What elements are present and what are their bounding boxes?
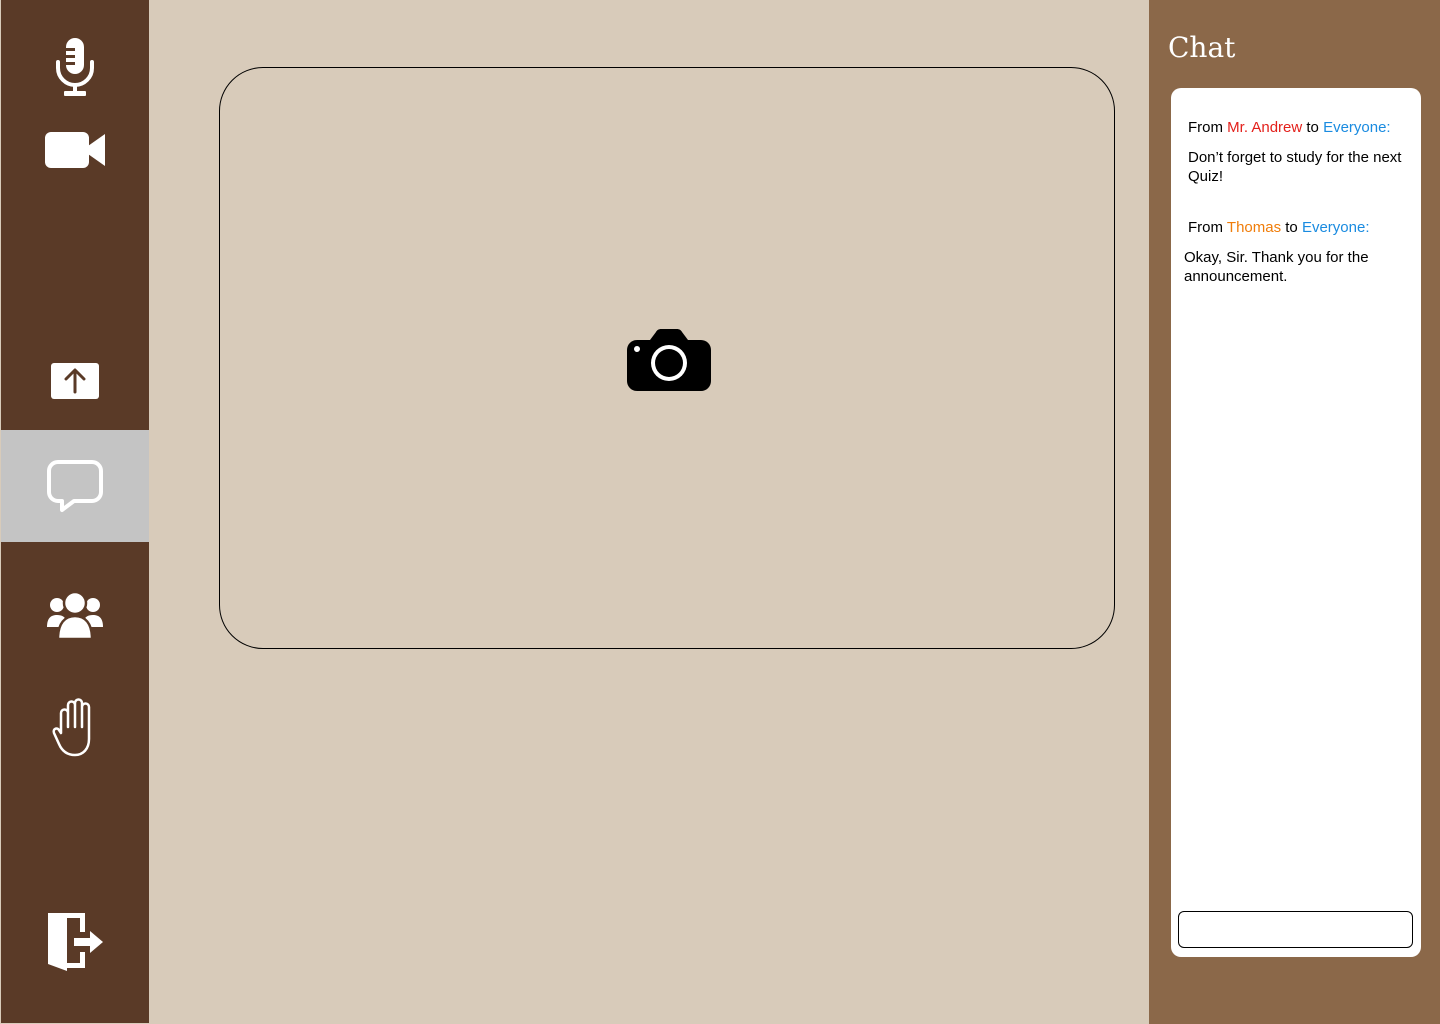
main-stage	[149, 0, 1149, 1024]
message-header: From Mr. Andrew to Everyone:	[1188, 119, 1410, 137]
sender-name: Mr. Andrew	[1227, 119, 1303, 136]
to-label: to	[1306, 119, 1319, 136]
share-screen-button[interactable]	[1, 356, 149, 406]
chat-button[interactable]	[1, 430, 149, 542]
leave-button[interactable]	[1, 906, 149, 976]
speech-bubble-icon	[47, 460, 103, 512]
recipient-name: Everyone:	[1301, 219, 1370, 236]
hand-icon	[52, 698, 91, 757]
chat-title: Chat	[1168, 31, 1236, 64]
from-label: From	[1188, 219, 1223, 236]
chat-panel: Chat From Mr. Andrew to Everyone: Don’t …	[1149, 0, 1440, 1024]
message-text: Okay, Sir. Thank you for the announcemen…	[1184, 249, 1369, 285]
raise-hand-button[interactable]	[1, 690, 149, 766]
left-sidebar	[1, 0, 149, 1023]
video-camera-icon	[45, 132, 105, 168]
from-label: From	[1188, 119, 1223, 136]
chat-message: From Mr. Andrew to Everyone: Don’t forge…	[1188, 119, 1410, 186]
microphone-button[interactable]	[1, 30, 149, 104]
chat-messages-box: From Mr. Andrew to Everyone: Don’t forge…	[1171, 88, 1421, 957]
chat-message-input[interactable]	[1178, 911, 1413, 948]
exit-door-icon	[48, 913, 103, 971]
video-frame	[219, 67, 1115, 649]
message-text: Don’t forget to study for the next Quiz!	[1188, 149, 1402, 185]
upload-arrow-icon	[51, 363, 99, 399]
chat-message: From Thomas to Everyone: Okay, Sir. Than…	[1184, 219, 1410, 286]
people-group-icon	[47, 590, 103, 641]
participants-button[interactable]	[1, 582, 149, 648]
video-camera-button[interactable]	[1, 120, 149, 180]
to-label: to	[1285, 219, 1298, 236]
camera-icon	[627, 329, 711, 391]
microphone-icon	[56, 38, 94, 96]
recipient-name: Everyone:	[1323, 119, 1391, 136]
sender-name: Thomas	[1226, 219, 1282, 236]
message-header: From Thomas to Everyone:	[1184, 219, 1410, 237]
